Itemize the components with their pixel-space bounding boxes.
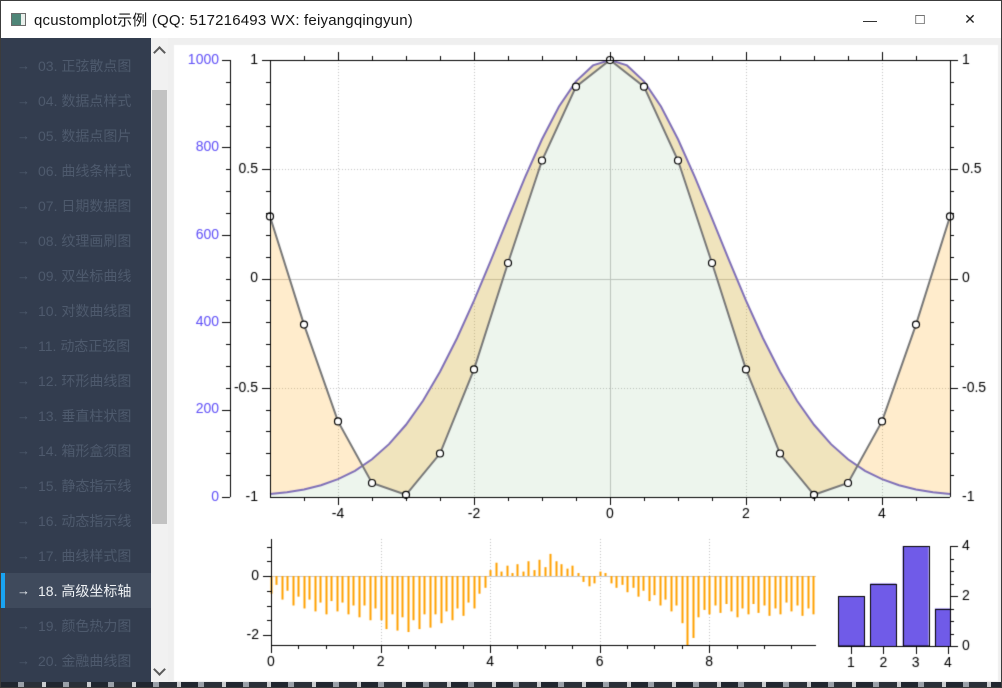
arrow-right-icon: → [17,408,30,423]
sidebar-item-label: 19. 颜色热力图 [38,616,131,636]
arrow-right-icon: → [17,548,30,563]
sidebar-item-label: 09. 双坐标曲线 [38,266,131,286]
arrow-right-icon: → [17,513,30,528]
arrow-right-icon: → [17,373,30,388]
sidebar-item-label: 07. 日期数据图 [38,196,131,216]
sidebar-item[interactable]: → 07. 日期数据图 [1,188,168,223]
arrow-right-icon: → [17,443,30,458]
chevron-up-icon [153,46,166,59]
arrow-right-icon: → [17,268,30,283]
arrow-right-icon: → [17,233,30,248]
sidebar-item-label: 14. 箱形盒须图 [38,441,131,461]
sidebar-item-label: 08. 纹理画刷图 [38,231,131,251]
sidebar-item-label: 06. 曲线条样式 [38,161,131,181]
sidebar-item[interactable]: → 20. 金融曲线图 [1,643,168,678]
sidebar-item[interactable]: → 09. 双坐标曲线 [1,258,168,293]
window-title: qcustomplot示例 (QQ: 517216493 WX: feiyang… [34,9,413,30]
qcustomplot-canvas[interactable] [168,38,1002,683]
arrow-right-icon: → [17,478,30,493]
sidebar-item[interactable]: → 17. 曲线样式图 [1,538,168,573]
app-window: qcustomplot示例 (QQ: 517216493 WX: feiyang… [0,0,1002,688]
arrow-right-icon: → [17,93,30,108]
arrow-right-icon: → [17,198,30,213]
minimize-button[interactable]: — [845,1,895,38]
sidebar-item[interactable]: → 08. 纹理画刷图 [1,223,168,258]
sidebar-item-label: 04. 数据点样式 [38,91,131,111]
sidebar-item-label: 03. 正弦散点图 [38,56,131,76]
sidebar-item-label: 10. 对数曲线图 [38,301,131,321]
sidebar-item[interactable]: → 13. 垂直柱状图 [1,398,168,433]
sidebar-item-label: 13. 垂直柱状图 [38,406,131,426]
sidebar-item-label: 20. 金融曲线图 [38,651,131,671]
background-window-sliver [1,682,1001,687]
sidebar-item[interactable]: → 05. 数据点图片 [1,118,168,153]
sidebar-item-label: 12. 环形曲线图 [38,371,131,391]
sidebar-item-label: 15. 静态指示线 [38,476,131,496]
sidebar-item[interactable]: → 14. 箱形盒须图 [1,433,168,468]
arrow-right-icon: → [17,618,30,633]
sidebar-item-label: 17. 曲线样式图 [38,546,131,566]
arrow-right-icon: → [17,163,30,178]
maximize-button[interactable]: □ [895,1,945,38]
plot-panel [168,38,1002,683]
sidebar: → 03. 正弦散点图 → 04. 数据点样式 → 05. 数据点图片 → 06. 曲线条样式… [1,38,168,683]
scroll-up-button[interactable] [151,38,168,63]
sidebar-item-label: 18. 高级坐标轴 [38,581,131,601]
sidebar-item[interactable]: → 03. 正弦散点图 [1,48,168,83]
sidebar-item-label: 05. 数据点图片 [38,126,131,146]
window-controls: — □ ✕ [845,1,995,38]
sidebar-item[interactable]: → 12. 环形曲线图 [1,363,168,398]
scrollbar-thumb[interactable] [152,90,167,524]
sidebar-item[interactable]: → 11. 动态正弦图 [1,328,168,363]
sidebar-item[interactable]: → 06. 曲线条样式 [1,153,168,188]
arrow-right-icon: → [17,338,30,353]
close-button[interactable]: ✕ [945,1,995,38]
sidebar-item[interactable]: → 15. 静态指示线 [1,468,168,503]
chevron-down-icon [153,663,166,676]
sidebar-item[interactable]: → 16. 动态指示线 [1,503,168,538]
arrow-right-icon: → [17,128,30,143]
arrow-right-icon: → [17,58,30,73]
sidebar-item-label: 16. 动态指示线 [38,511,131,531]
sidebar-item[interactable]: → 19. 颜色热力图 [1,608,168,643]
arrow-right-icon: → [17,583,30,598]
scroll-down-button[interactable] [151,658,168,683]
window-body: → 03. 正弦散点图 → 04. 数据点样式 → 05. 数据点图片 → 06. 曲线条样式… [1,38,1001,683]
sidebar-item[interactable]: → 18. 高级坐标轴 [1,573,168,608]
sidebar-scrollbar[interactable] [151,38,168,683]
arrow-right-icon: → [17,303,30,318]
sidebar-list: → 03. 正弦散点图 → 04. 数据点样式 → 05. 数据点图片 → 06. 曲线条样式… [1,38,168,678]
sidebar-item[interactable]: → 04. 数据点样式 [1,83,168,118]
arrow-right-icon: → [17,653,30,668]
sidebar-item[interactable]: → 10. 对数曲线图 [1,293,168,328]
sidebar-item-label: 11. 动态正弦图 [38,336,130,356]
app-icon [11,13,26,26]
title-bar: qcustomplot示例 (QQ: 517216493 WX: feiyang… [1,1,1001,38]
